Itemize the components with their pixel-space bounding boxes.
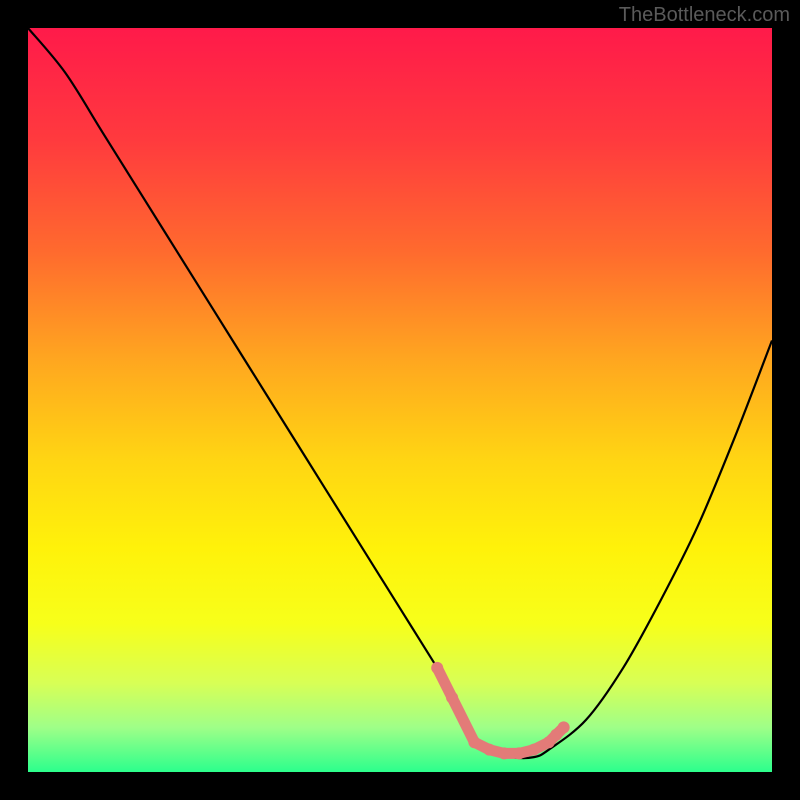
marker-dot [498,747,510,759]
marker-dot [513,747,525,759]
marker-dot [431,662,443,674]
watermark-text: TheBottleneck.com [619,4,790,27]
marker-dot [446,692,458,704]
marker-dot [558,721,570,733]
marker-dot [483,744,495,756]
chart-svg [28,28,772,772]
marker-dot [528,744,540,756]
chart-plot-area [28,28,772,772]
chart-background [28,28,772,772]
marker-dot [468,736,480,748]
